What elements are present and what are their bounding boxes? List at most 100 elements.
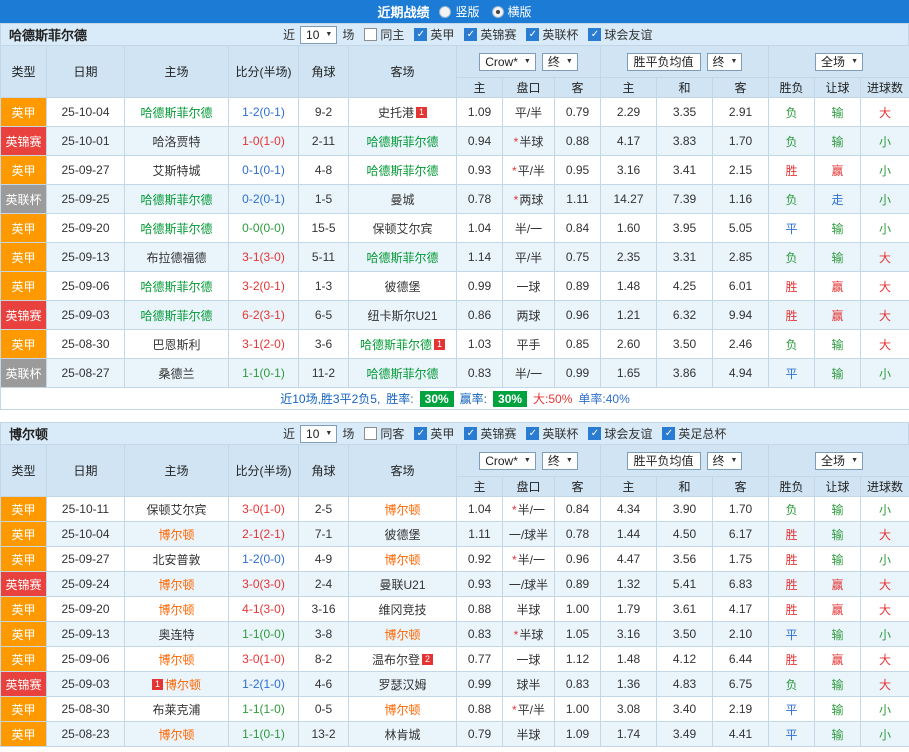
checkbox-icon[interactable]: ✓	[464, 28, 478, 41]
home-team[interactable]: 哈德斯菲尔德	[140, 220, 212, 237]
away-odds: 0.75	[554, 242, 601, 272]
checkbox-icon[interactable]: ✓	[464, 427, 478, 440]
away-odds: 0.78	[554, 521, 601, 547]
away-team[interactable]: 哈德斯菲尔德	[366, 133, 438, 150]
handicap: 平/半	[502, 242, 555, 272]
away-team[interactable]: 曼城	[390, 191, 414, 208]
home-team[interactable]: 艾斯特城	[152, 162, 200, 179]
away-team[interactable]: 博尔顿	[384, 551, 420, 568]
filter-checkbox[interactable]: ✓ 英锦赛	[464, 26, 516, 43]
home-team[interactable]: 布莱克浦	[152, 701, 200, 718]
avg-label-box[interactable]: 胜平负均值	[626, 451, 701, 470]
away-team-cell: 罗瑟汉姆	[348, 671, 457, 697]
filter-checkbox[interactable]: ✓ 英甲	[414, 425, 454, 442]
avg-away: 6.44	[711, 646, 770, 672]
match-count-select[interactable]: 10 ▼	[300, 424, 338, 443]
scope-select[interactable]: 全场 ▼	[815, 451, 863, 470]
away-team[interactable]: 哈德斯菲尔德	[366, 162, 438, 179]
away-team[interactable]: 保顿艾尔宾	[372, 220, 432, 237]
home-team[interactable]: 博尔顿	[158, 526, 194, 543]
away-team[interactable]: 哈德斯菲尔德	[366, 365, 438, 382]
handicap-text: 平手	[516, 337, 541, 352]
match-count-select[interactable]: 10 ▼	[300, 25, 338, 44]
home-team[interactable]: 博尔顿	[158, 651, 194, 668]
checkbox-icon[interactable]	[364, 28, 378, 41]
match-score: 3-0(1-0)	[228, 496, 299, 522]
match-score: 1-2(0-0)	[228, 546, 299, 572]
scope-select[interactable]: 全场 ▼	[815, 52, 863, 71]
layout-radio-option[interactable]: 横版	[491, 3, 532, 20]
checkbox-icon[interactable]: ✓	[526, 28, 540, 41]
away-team[interactable]: 纽卡斯尔U21	[367, 307, 437, 324]
radio-icon[interactable]	[439, 5, 452, 18]
away-team[interactable]: 博尔顿	[384, 501, 420, 518]
home-team[interactable]: 奥连特	[158, 626, 194, 643]
checkbox-icon[interactable]	[364, 427, 378, 440]
home-team[interactable]: 哈德斯菲尔德	[140, 278, 212, 295]
handicap-text: 半/一	[514, 366, 543, 381]
filter-checkbox[interactable]: ✓ 英联杯	[526, 26, 578, 43]
filter-checkbox[interactable]: ✓ 英足总杯	[662, 425, 726, 442]
filter-checkbox[interactable]: ✓ 英联杯	[526, 425, 578, 442]
away-team[interactable]: 林肯城	[384, 726, 420, 743]
handicap-text: 半/一	[514, 221, 543, 236]
checkbox-icon[interactable]: ✓	[414, 28, 428, 41]
radio-icon[interactable]	[491, 5, 504, 18]
checkbox-icon[interactable]: ✓	[662, 427, 676, 440]
checkbox-icon[interactable]: ✓	[414, 427, 428, 440]
home-team[interactable]: 博尔顿	[165, 676, 201, 693]
home-team[interactable]: 保顿艾尔宾	[146, 501, 206, 518]
avg-label-box[interactable]: 胜平负均值	[626, 52, 701, 71]
result-handicap: 输	[814, 358, 862, 388]
odds-time-select[interactable]: 终 ▼	[541, 52, 578, 71]
away-team[interactable]: 曼联U21	[379, 576, 425, 593]
checkbox-icon[interactable]: ✓	[526, 427, 540, 440]
away-team-cell: 纽卡斯尔U21	[348, 300, 457, 330]
odds-company-select[interactable]: Crow* ▼	[479, 451, 536, 470]
result-winloss: 负	[768, 184, 816, 214]
home-team[interactable]: 布拉德福德	[146, 249, 206, 266]
layout-radio-option[interactable]: 竖版	[439, 3, 480, 20]
home-team[interactable]: 博尔顿	[158, 576, 194, 593]
avg-away: 1.75	[711, 546, 770, 572]
filter-checkbox[interactable]: ✓ 英锦赛	[464, 425, 516, 442]
home-team[interactable]: 博尔顿	[158, 726, 194, 743]
filter-checkbox[interactable]: ✓ 英甲	[414, 26, 454, 43]
odds-time-select[interactable]: 终 ▼	[541, 451, 578, 470]
home-team[interactable]: 博尔顿	[158, 601, 194, 618]
away-team[interactable]: 彼德堡	[384, 526, 420, 543]
result-winloss: 负	[768, 126, 816, 156]
home-team[interactable]: 北安普敦	[152, 551, 200, 568]
avg-time-select[interactable]: 终 ▼	[706, 451, 743, 470]
home-team[interactable]: 哈德斯菲尔德	[140, 104, 212, 121]
avg-home: 1.36	[600, 671, 657, 697]
sub-column-header: 进球数	[860, 476, 909, 497]
home-team[interactable]: 桑德兰	[158, 365, 194, 382]
away-team[interactable]: 博尔顿	[384, 701, 420, 718]
home-team[interactable]: 哈德斯菲尔德	[140, 307, 212, 324]
filter-checkbox[interactable]: 同客	[364, 425, 404, 442]
home-team[interactable]: 哈洛贾特	[152, 133, 200, 150]
away-team[interactable]: 罗瑟汉姆	[378, 676, 426, 693]
filter-checkbox[interactable]: ✓ 球会友谊	[588, 26, 652, 43]
away-team[interactable]: 彼德堡	[384, 278, 420, 295]
filter-checkbox[interactable]: ✓ 球会友谊	[588, 425, 652, 442]
sub-column-header: 盘口	[502, 476, 555, 497]
checkbox-icon[interactable]: ✓	[588, 427, 602, 440]
filter-header-row: 类型 日期 主场 比分(半场) 角球 客场 Crow* ▼ 终 ▼ 胜平负均值终 ▼ 全场 ▼	[0, 45, 909, 98]
filter-checkbox[interactable]: 同主	[364, 26, 404, 43]
away-team[interactable]: 博尔顿	[384, 626, 420, 643]
away-team[interactable]: 维冈竞技	[378, 601, 426, 618]
home-team[interactable]: 巴恩斯利	[152, 336, 200, 353]
away-team-cell: 保顿艾尔宾	[348, 213, 457, 243]
odds-company-select[interactable]: Crow* ▼	[479, 52, 536, 71]
checkbox-icon[interactable]: ✓	[588, 28, 602, 41]
match-date: 25-09-13	[46, 242, 125, 272]
avg-time-select[interactable]: 终 ▼	[706, 52, 743, 71]
away-team[interactable]: 温布尔登	[372, 651, 420, 668]
handicap: 一/球半	[502, 571, 555, 597]
away-team[interactable]: 史托港	[378, 104, 414, 121]
away-team[interactable]: 哈德斯菲尔德	[360, 336, 432, 353]
home-team[interactable]: 哈德斯菲尔德	[140, 191, 212, 208]
away-team[interactable]: 哈德斯菲尔德	[366, 249, 438, 266]
